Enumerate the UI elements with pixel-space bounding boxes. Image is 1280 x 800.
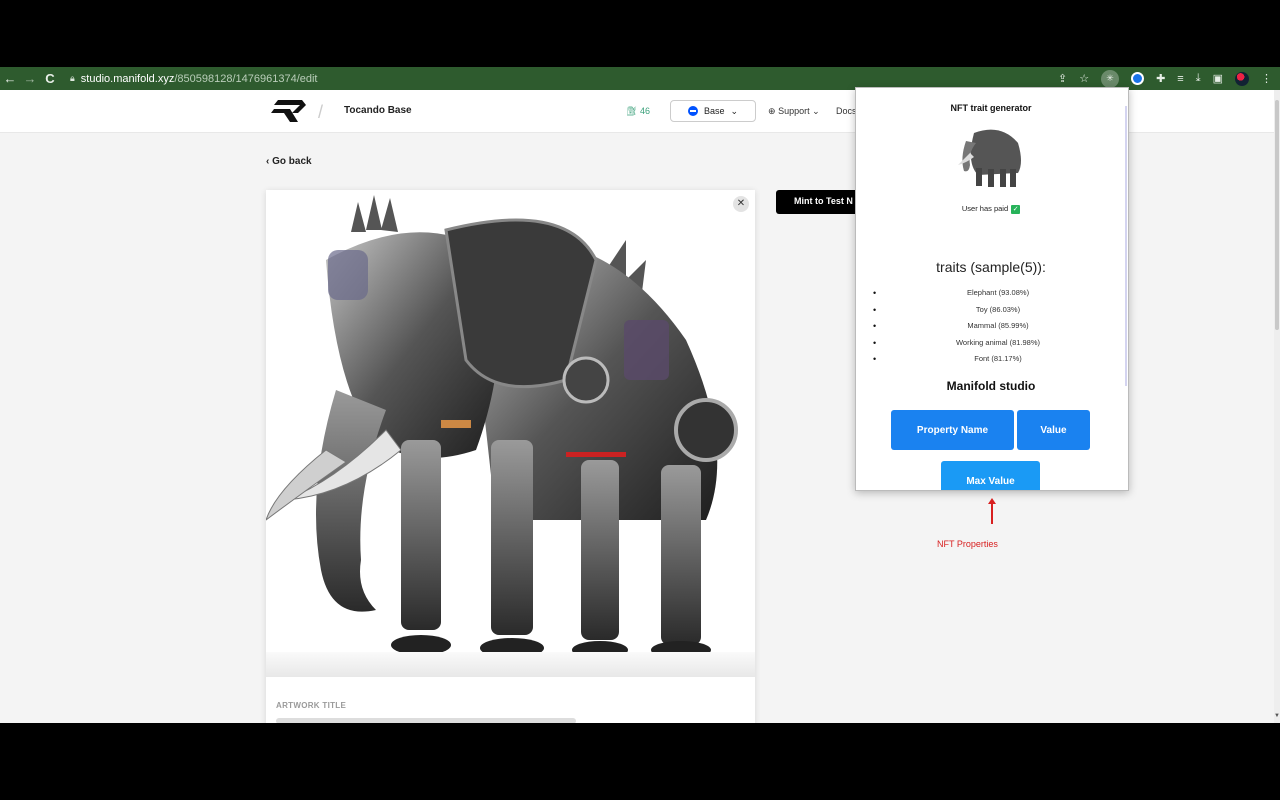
go-back-link[interactable]: ‹ Go back bbox=[266, 156, 312, 167]
property-name-button[interactable]: Property Name bbox=[891, 410, 1014, 450]
forward-icon[interactable]: → bbox=[20, 71, 40, 86]
support-label: Support bbox=[778, 106, 810, 116]
puzzle-icon[interactable]: ✚ bbox=[1156, 72, 1165, 85]
checkmark-icon: ✓ bbox=[1011, 204, 1021, 214]
network-label: Base bbox=[703, 106, 725, 116]
go-back-label: Go back bbox=[272, 156, 312, 167]
chevron-left-icon: ‹ bbox=[266, 156, 270, 167]
manifold-logo[interactable] bbox=[268, 100, 306, 122]
globe-icon: ⊕ bbox=[768, 106, 776, 116]
paid-label: User has paid bbox=[961, 204, 1009, 213]
docs-link[interactable]: Docs bbox=[836, 106, 857, 116]
gas-pump-icon: ⛽︎ bbox=[626, 106, 638, 116]
screenshot-frame: ← → C 🔒︎ studio.manifold.xyz/850598128/1… bbox=[0, 0, 1280, 800]
breadcrumb-separator: / bbox=[318, 102, 324, 122]
scrollbar-thumb[interactable] bbox=[1275, 100, 1279, 330]
trait-item: Working animal (81.98%) bbox=[873, 337, 1123, 354]
max-value-button[interactable]: Max Value bbox=[941, 461, 1040, 490]
url-host: studio.manifold.xyz bbox=[80, 72, 175, 85]
extension-popup: NFT trait generator User has paid ✓ trait… bbox=[855, 87, 1129, 491]
back-icon[interactable]: ← bbox=[0, 71, 20, 86]
download-icon[interactable]: ⤓ bbox=[1196, 72, 1201, 85]
popup-scrollbar[interactable] bbox=[1125, 106, 1127, 386]
traits-list: Elephant (93.08%) Toy (86.03%) Mammal (8… bbox=[873, 287, 1123, 370]
chevron-down-icon: ⌄ bbox=[812, 106, 820, 116]
trait-item: Toy (86.03%) bbox=[873, 304, 1123, 321]
network-selector[interactable]: Base ⌄ bbox=[670, 100, 756, 122]
reading-list-icon[interactable]: ≡ bbox=[1177, 73, 1183, 85]
robot-elephant-image bbox=[266, 195, 738, 659]
support-menu[interactable]: ⊕ Support ⌄ bbox=[768, 106, 820, 117]
lock-icon: 🔒︎ bbox=[70, 73, 75, 83]
artwork-title-input[interactable] bbox=[276, 718, 576, 723]
sidepanel-icon[interactable]: ▣ bbox=[1213, 72, 1223, 85]
value-button[interactable]: Value bbox=[1017, 410, 1090, 450]
artwork-floor bbox=[266, 652, 755, 677]
menu-icon[interactable]: ⋮ bbox=[1261, 72, 1272, 85]
mint-button[interactable]: Mint to Test N bbox=[776, 190, 866, 214]
section-title: Manifold studio bbox=[946, 379, 1036, 393]
close-icon[interactable]: ✕ bbox=[733, 196, 749, 212]
chevron-down-icon: ⌄ bbox=[730, 105, 739, 116]
extension-active-icon[interactable]: ✳ bbox=[1101, 69, 1120, 88]
share-icon[interactable]: ⇪ bbox=[1058, 72, 1067, 85]
base-network-icon bbox=[687, 106, 698, 116]
payment-status: User has paid ✓ bbox=[856, 204, 1126, 214]
scroll-down-icon[interactable]: ▼ bbox=[1274, 713, 1280, 723]
trait-item: Mammal (85.99%) bbox=[873, 320, 1123, 337]
annotation-label: NFT Properties bbox=[937, 539, 998, 549]
profile-avatar[interactable] bbox=[1235, 71, 1249, 86]
star-icon[interactable]: ☆ bbox=[1079, 72, 1089, 85]
extension-blue-icon[interactable] bbox=[1131, 72, 1145, 85]
artwork-card: ✕ ARTWORK TITLE bbox=[266, 190, 755, 723]
gas-indicator: ⛽︎ 46 bbox=[626, 106, 650, 117]
reload-icon[interactable]: C bbox=[40, 71, 60, 86]
url-path: /850598128/1476961374/edit bbox=[174, 72, 318, 85]
gas-value: 46 bbox=[639, 106, 650, 116]
popup-title: NFT trait generator bbox=[950, 103, 1032, 113]
project-name[interactable]: Tocando Base bbox=[344, 105, 412, 116]
trait-item: Font (81.17%) bbox=[873, 353, 1123, 370]
page-scrollbar[interactable] bbox=[1274, 90, 1280, 723]
address-bar[interactable]: 🔒︎ studio.manifold.xyz/850598128/1476961… bbox=[70, 73, 317, 85]
artwork-image: ✕ bbox=[266, 190, 755, 677]
traits-heading: traits (sample(5)): bbox=[936, 259, 1046, 275]
nft-thumbnail bbox=[956, 123, 1026, 191]
artwork-title-label: ARTWORK TITLE bbox=[276, 701, 347, 710]
annotation-arrow bbox=[988, 498, 996, 524]
trait-item: Elephant (93.08%) bbox=[873, 287, 1123, 304]
